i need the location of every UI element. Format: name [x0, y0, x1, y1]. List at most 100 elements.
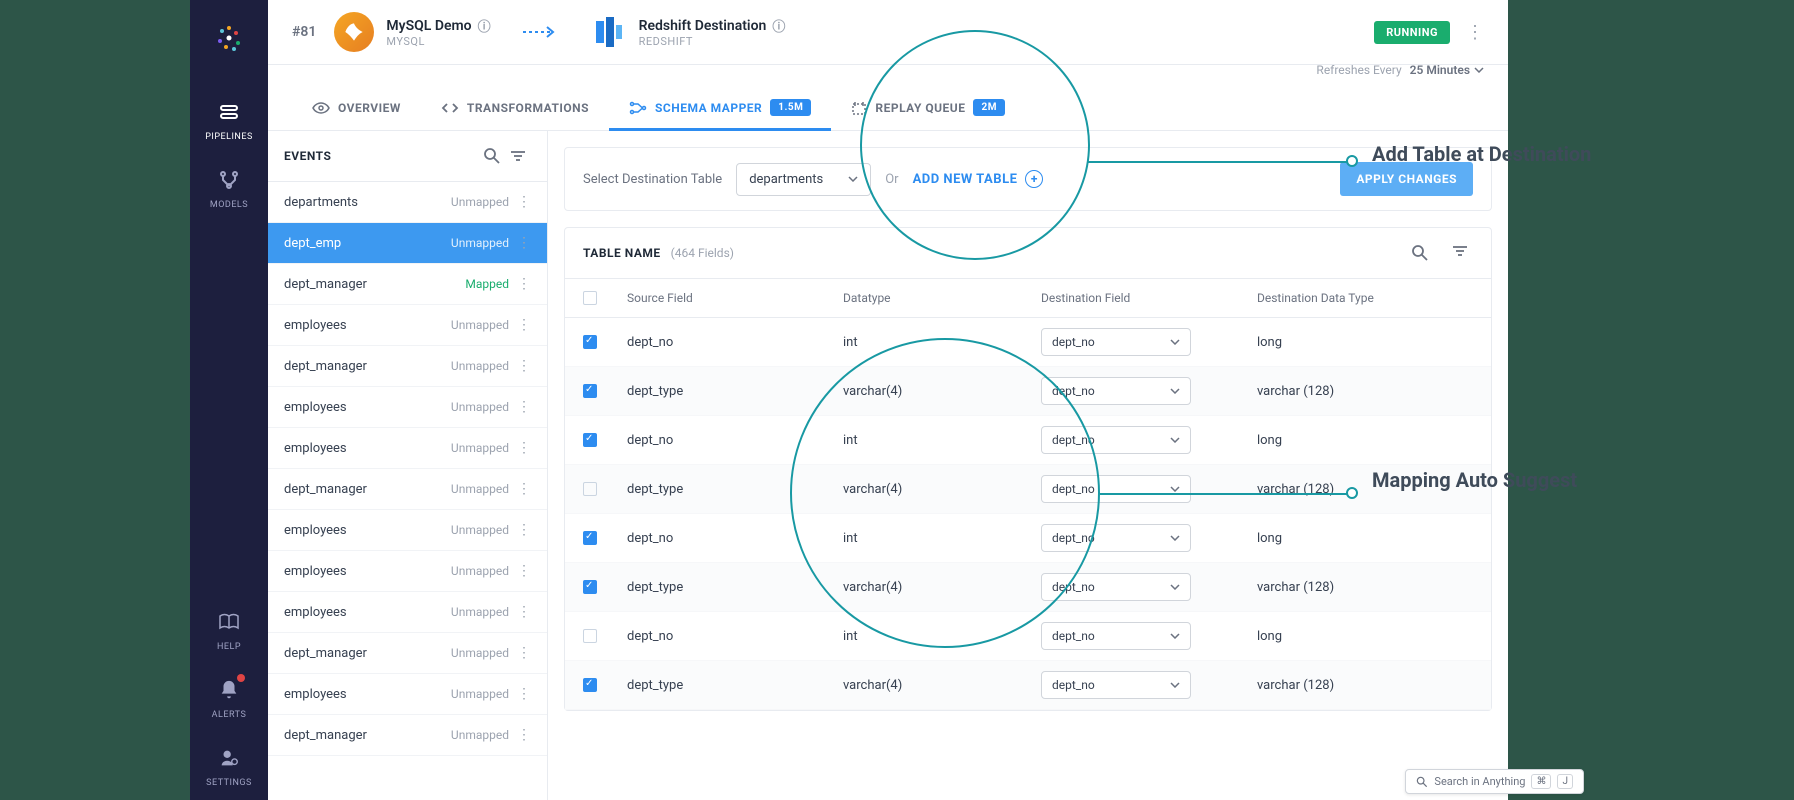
dest-table-select[interactable]: departments [736, 163, 871, 196]
table-row: dept_no int dept_no long [565, 612, 1491, 661]
nav-label: MODELS [210, 200, 248, 210]
events-list: departments Unmapped ⋮ dept_emp Unmapped… [268, 182, 547, 800]
global-search-bar[interactable]: Search in Anything ⌘ J [1405, 769, 1584, 794]
nav-label: HELP [217, 642, 241, 652]
event-row[interactable]: employees Unmapped ⋮ [268, 387, 547, 428]
event-row[interactable]: dept_manager Unmapped ⋮ [268, 633, 547, 674]
refresh-value-select[interactable]: 25 Minutes [1410, 63, 1484, 77]
filter-icon[interactable] [1447, 242, 1473, 264]
row-checkbox[interactable] [583, 433, 597, 447]
add-new-table-label: ADD NEW TABLE [913, 172, 1018, 187]
eye-icon [312, 102, 330, 114]
row-checkbox[interactable] [583, 531, 597, 545]
dest-field-select[interactable]: dept_no [1041, 622, 1191, 650]
event-name: employees [284, 400, 451, 415]
tab-replay-queue[interactable]: REPLAY QUEUE 2M [831, 85, 1025, 130]
row-checkbox[interactable] [583, 580, 597, 594]
events-title: EVENTS [284, 149, 479, 163]
dest-type: long [1257, 433, 1473, 448]
event-row[interactable]: employees Unmapped ⋮ [268, 305, 547, 346]
event-name: employees [284, 687, 451, 702]
nav-pipelines[interactable]: PIPELINES [190, 86, 268, 154]
event-row[interactable]: employees Unmapped ⋮ [268, 592, 547, 633]
kebab-menu[interactable]: ⋮ [517, 276, 531, 292]
kebab-menu[interactable]: ⋮ [517, 727, 531, 743]
nav-label: SETTINGS [206, 778, 252, 788]
kebab-menu[interactable]: ⋮ [517, 358, 531, 374]
nav-settings[interactable]: SETTINGS [190, 732, 268, 800]
event-name: dept_manager [284, 277, 465, 292]
dest-field-select[interactable]: dept_no [1041, 524, 1191, 552]
models-icon [215, 166, 243, 194]
kebab-menu[interactable]: ⋮ [517, 481, 531, 497]
tab-schema-mapper[interactable]: SCHEMA MAPPER 1.5M [609, 85, 831, 130]
event-row[interactable]: employees Unmapped ⋮ [268, 551, 547, 592]
event-status: Unmapped [451, 687, 509, 701]
dest-field-select[interactable]: dept_no [1041, 671, 1191, 699]
events-panel: EVENTS departments Unmapped ⋮ dept_emp U… [268, 131, 548, 800]
dest-field-select[interactable]: dept_no [1041, 475, 1191, 503]
dest-field-select[interactable]: dept_no [1041, 426, 1191, 454]
dest-type: varchar (128) [1257, 384, 1473, 399]
tab-overview[interactable]: OVERVIEW [292, 85, 421, 130]
row-checkbox[interactable] [583, 629, 597, 643]
source-title: MySQL Demo [386, 18, 471, 34]
search-icon[interactable] [479, 145, 505, 167]
add-new-table-link[interactable]: ADD NEW TABLE + [913, 170, 1044, 188]
event-row[interactable]: dept_emp Unmapped ⋮ [268, 223, 547, 264]
table-row: dept_type varchar(4) dept_no varchar (12… [565, 367, 1491, 416]
search-placeholder: Search in Anything [1434, 775, 1525, 788]
dest-field-select[interactable]: dept_no [1041, 328, 1191, 356]
tab-transformations[interactable]: TRANSFORMATIONS [421, 85, 609, 130]
settings-icon [215, 744, 243, 772]
kebab-menu[interactable]: ⋮ [517, 440, 531, 456]
event-row[interactable]: departments Unmapped ⋮ [268, 182, 547, 223]
tab-label: SCHEMA MAPPER [655, 101, 762, 115]
dest-type: long [1257, 335, 1473, 350]
mysql-icon [334, 12, 374, 52]
nav-help[interactable]: HELP [190, 596, 268, 664]
event-row[interactable]: employees Unmapped ⋮ [268, 510, 547, 551]
col-header: Source Field [627, 291, 843, 305]
search-icon[interactable] [1407, 242, 1433, 264]
info-icon[interactable]: ⓘ [772, 16, 785, 35]
kebab-menu[interactable]: ⋮ [517, 604, 531, 620]
event-row[interactable]: dept_manager Unmapped ⋮ [268, 469, 547, 510]
event-name: dept_manager [284, 728, 451, 743]
kebab-menu[interactable]: ⋮ [517, 686, 531, 702]
event-row[interactable]: dept_manager Mapped ⋮ [268, 264, 547, 305]
dest-type: varchar (128) [1257, 482, 1473, 497]
row-checkbox[interactable] [583, 678, 597, 692]
kebab-menu[interactable]: ⋮ [517, 235, 531, 251]
col-header: Destination Data Type [1257, 291, 1473, 305]
search-icon [1416, 776, 1428, 788]
event-row[interactable]: employees Unmapped ⋮ [268, 674, 547, 715]
datatype: int [843, 531, 1041, 546]
nav-models[interactable]: MODELS [190, 154, 268, 222]
table-row: dept_type varchar(4) dept_no varchar (12… [565, 661, 1491, 710]
kebab-menu[interactable]: ⋮ [517, 317, 531, 333]
kebab-menu[interactable]: ⋮ [517, 194, 531, 210]
info-icon[interactable]: ⓘ [478, 16, 491, 35]
tab-badge: 1.5M [770, 99, 811, 116]
select-all-checkbox[interactable] [583, 291, 597, 305]
apply-changes-button[interactable]: APPLY CHANGES [1340, 162, 1473, 196]
kebab-menu[interactable]: ⋮ [1466, 22, 1484, 43]
row-checkbox[interactable] [583, 384, 597, 398]
event-row[interactable]: employees Unmapped ⋮ [268, 428, 547, 469]
dest-field-select[interactable]: dept_no [1041, 377, 1191, 405]
event-row[interactable]: dept_manager Unmapped ⋮ [268, 346, 547, 387]
kebab-menu[interactable]: ⋮ [517, 399, 531, 415]
row-checkbox[interactable] [583, 335, 597, 349]
dest-field-select[interactable]: dept_no [1041, 573, 1191, 601]
row-checkbox[interactable] [583, 482, 597, 496]
event-name: employees [284, 441, 451, 456]
event-row[interactable]: dept_manager Unmapped ⋮ [268, 715, 547, 756]
dest-table-label: Select Destination Table [583, 172, 722, 187]
datatype: varchar(4) [843, 384, 1041, 399]
nav-alerts[interactable]: ALERTS [190, 664, 268, 732]
filter-icon[interactable] [505, 147, 531, 165]
kebab-menu[interactable]: ⋮ [517, 522, 531, 538]
kebab-menu[interactable]: ⋮ [517, 563, 531, 579]
kebab-menu[interactable]: ⋮ [517, 645, 531, 661]
